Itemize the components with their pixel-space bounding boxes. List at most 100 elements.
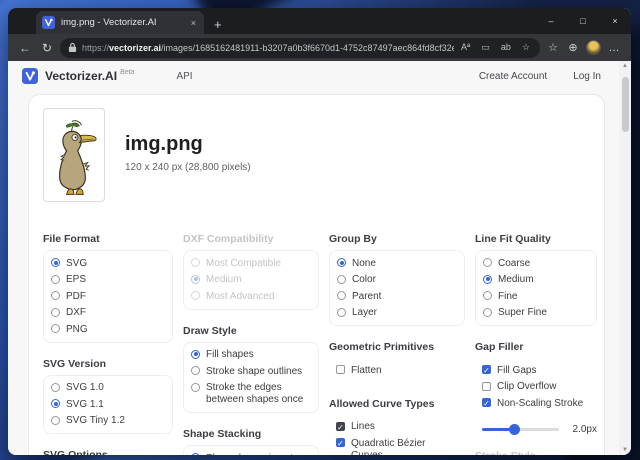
checkbox-icon[interactable]: ✓ — [482, 365, 491, 375]
radio-icon[interactable] — [191, 349, 200, 359]
checkbox-fill-gaps[interactable]: ✓ Fill Gaps — [482, 362, 590, 379]
file-info-row: img.png 120 x 240 px (28,800 pixels) — [43, 108, 590, 202]
option-label: Stroke shape outlines — [206, 365, 303, 377]
radio-icon[interactable] — [337, 274, 346, 284]
radio-layer[interactable]: Layer — [337, 305, 457, 322]
radio-svg-1-0[interactable]: SVG 1.0 — [51, 380, 165, 397]
option-label: Layer — [352, 307, 378, 318]
radio-icon[interactable] — [51, 382, 60, 392]
group-title-shape-stacking: Shape Stacking — [183, 428, 262, 440]
checkbox-icon[interactable]: ✓ — [482, 398, 491, 408]
checkbox-clip-overflow[interactable]: Clip Overflow — [482, 379, 590, 396]
radio-icon[interactable] — [191, 382, 200, 392]
radio-icon[interactable] — [483, 258, 492, 267]
close-button[interactable]: × — [599, 8, 631, 34]
brand-name[interactable]: Vectorizer.AI — [45, 69, 117, 83]
new-tab-button[interactable]: + — [214, 18, 222, 31]
group-title-file-format: File Format — [43, 233, 100, 245]
immersive-reader-icon[interactable]: ▭ — [479, 43, 492, 52]
radio-color[interactable]: Color — [337, 272, 457, 289]
radio-icon[interactable] — [51, 258, 60, 267]
more-menu-icon[interactable]: … — [605, 42, 623, 54]
scrollbar-thumb[interactable] — [621, 77, 629, 132]
checkbox-icon[interactable] — [336, 365, 345, 374]
checkbox-quadratic-b-zier-curves[interactable]: ✓ Quadratic Bézier Curves — [336, 435, 458, 455]
browser-window: img.png - Vectorizer.AI × + – □ × ← ↻ ht… — [8, 8, 631, 455]
radio-place-shapes-in-cut-outs-in-shapes-below[interactable]: Place shapes in cut-outs in shapes below — [191, 450, 311, 455]
refresh-icon[interactable]: ↻ — [38, 41, 56, 55]
radio-icon[interactable] — [483, 307, 492, 317]
radio-icon[interactable] — [337, 258, 346, 267]
radio-svg-tiny-1-2[interactable]: SVG Tiny 1.2 — [51, 413, 165, 430]
radio-icon — [191, 258, 200, 267]
radio-icon[interactable] — [51, 415, 60, 425]
group-title-svg-options: SVG Options — [43, 449, 108, 455]
radio-stroke-shape-outlines[interactable]: Stroke shape outlines — [191, 363, 311, 380]
options-column: Line Fit Quality Coarse Medium Fine Super Fi… — [475, 233, 607, 455]
radio-icon[interactable] — [337, 307, 346, 317]
checkbox-non-scaling-stroke[interactable]: ✓ Non-Scaling Stroke — [482, 395, 590, 412]
radio-icon[interactable] — [51, 324, 60, 333]
profile-avatar[interactable] — [586, 40, 601, 55]
toolbar-icons: ☆ ⊕ — [544, 41, 582, 54]
tab-close-icon[interactable]: × — [189, 18, 198, 28]
stroke-width-slider-row: 2.0px — [482, 423, 597, 435]
log-in-link[interactable]: Log In — [573, 71, 601, 82]
radio-png[interactable]: PNG — [51, 321, 165, 338]
radio-medium[interactable]: Medium — [483, 272, 589, 289]
scroll-up-icon[interactable]: ▲ — [622, 61, 628, 71]
radio-svg[interactable]: SVG — [51, 255, 165, 272]
radio-stroke-the-edges-between-shapes-once[interactable]: Stroke the edges between shapes once — [191, 380, 311, 409]
radio-icon[interactable] — [51, 274, 60, 284]
address-bar[interactable]: https://vectorizer.ai/images/16851624819… — [60, 37, 540, 58]
lock-icon[interactable] — [68, 42, 77, 53]
beta-badge: Beta — [120, 69, 135, 76]
radio-fine[interactable]: Fine — [483, 288, 589, 305]
browser-tab[interactable]: img.png - Vectorizer.AI × — [36, 11, 204, 34]
radio-icon[interactable] — [483, 274, 492, 284]
back-icon[interactable]: ← — [16, 41, 34, 55]
radio-most-advanced: Most Advanced — [191, 288, 311, 305]
radio-pdf[interactable]: PDF — [51, 288, 165, 305]
group-dxf-compatibility: Most Compatible Medium Most Advanced — [183, 250, 319, 310]
radio-icon[interactable] — [191, 366, 200, 375]
option-label: PDF — [66, 290, 86, 302]
radio-icon[interactable] — [337, 291, 346, 300]
group-allowed-curve-types: ✓Lines✓Quadratic Bézier Curves✓Cubic Béz… — [329, 415, 465, 455]
collections-icon[interactable]: ☆ — [544, 41, 562, 54]
radio-coarse[interactable]: Coarse — [483, 255, 589, 272]
checkbox-icon[interactable] — [482, 381, 491, 391]
slider-thumb[interactable] — [509, 423, 521, 435]
scroll-down-icon[interactable]: ▼ — [622, 445, 628, 455]
text-size-icon[interactable]: Aª — [459, 43, 472, 52]
radio-parent[interactable]: Parent — [337, 288, 457, 305]
radio-icon[interactable] — [191, 453, 200, 455]
radio-dxf[interactable]: DXF — [51, 305, 165, 322]
radio-icon[interactable] — [51, 399, 60, 408]
option-label: Super Fine — [498, 307, 547, 318]
browser-essentials-icon[interactable]: ⊕ — [564, 41, 582, 54]
nav-api-link[interactable]: API — [176, 71, 192, 82]
radio-icon[interactable] — [51, 291, 60, 300]
create-account-link[interactable]: Create Account — [479, 71, 547, 82]
radio-eps[interactable]: EPS — [51, 272, 165, 289]
radio-none[interactable]: None — [337, 255, 457, 272]
maximize-button[interactable]: □ — [567, 8, 599, 34]
option-label: Most Advanced — [206, 290, 275, 302]
checkbox-icon[interactable]: ✓ — [336, 438, 345, 448]
radio-super-fine[interactable]: Super Fine — [483, 305, 589, 322]
checkbox-lines: ✓ Lines — [336, 419, 458, 436]
radio-fill-shapes[interactable]: Fill shapes — [191, 347, 311, 364]
checkbox-flatten[interactable]: Flatten — [336, 362, 458, 379]
read-aloud-icon[interactable]: ab — [499, 43, 513, 52]
window-controls: – □ × — [535, 8, 631, 34]
radio-icon[interactable] — [51, 307, 60, 317]
minimize-button[interactable]: – — [535, 8, 567, 34]
radio-svg-1-1[interactable]: SVG 1.1 — [51, 396, 165, 413]
favorites-icon[interactable]: ☆ — [520, 43, 532, 52]
vectorizer-logo-icon[interactable] — [22, 68, 38, 84]
slider-track[interactable] — [482, 423, 559, 435]
group-title-draw-style: Draw Style — [183, 324, 237, 337]
radio-icon[interactable] — [483, 291, 492, 300]
page-scrollbar[interactable]: ▲ ▼ — [619, 61, 631, 455]
